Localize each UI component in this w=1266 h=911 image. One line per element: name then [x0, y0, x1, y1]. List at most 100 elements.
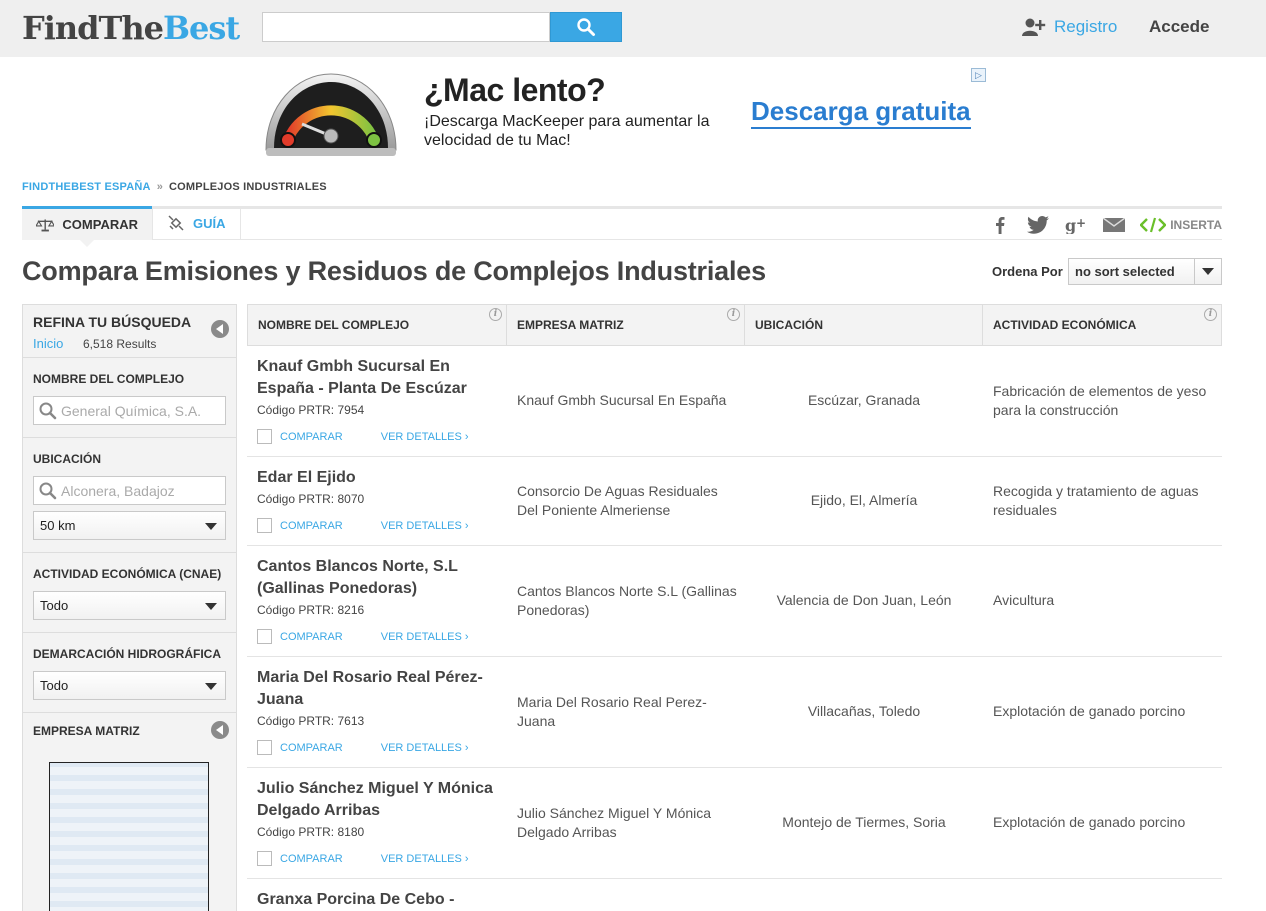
chevron-down-icon [1194, 259, 1221, 284]
ad-banner[interactable]: ¿Mac lento? ¡Descarga MacKeeper para aum… [262, 68, 988, 160]
facebook-icon[interactable] [988, 213, 1012, 237]
economic-activity: Explotación de ganado porcino [993, 703, 1186, 719]
ad-download-link[interactable]: Descarga gratuita [751, 96, 971, 129]
details-link[interactable]: VER DETALLES › [381, 742, 469, 754]
complex-name-link[interactable]: Maria Del Rosario Real Pérez-Juana [257, 667, 502, 711]
details-link[interactable]: VER DETALLES › [381, 631, 469, 643]
compare-checkbox[interactable] [257, 429, 272, 444]
table-row: Maria Del Rosario Real Pérez-Juana Códig… [247, 657, 1222, 768]
email-icon[interactable] [1102, 213, 1126, 237]
row-actions: COMPARAR VER DETALLES › [257, 518, 469, 533]
compare-link[interactable]: COMPARAR [280, 742, 343, 754]
breadcrumb-home[interactable]: FINDTHEBEST ESPAÑA [22, 181, 151, 193]
page-title: Compara Emisiones y Residuos de Complejo… [22, 256, 766, 286]
breadcrumb: FINDTHEBEST ESPAÑA » COMPLEJOS INDUSTRIALE… [22, 181, 327, 193]
column-header-location[interactable]: UBICACIÓN [745, 305, 983, 345]
table-row: Edar El Ejido Código PRTR: 8070 COMPARAR… [247, 457, 1222, 546]
basin-select[interactable]: Todo [33, 671, 226, 700]
location: Ejido, El, Almería [810, 492, 918, 508]
parent-company-chart-image [49, 762, 209, 911]
compare-link[interactable]: COMPARAR [280, 431, 343, 443]
tab-compare[interactable]: COMPARAR [22, 206, 152, 247]
row-actions: COMPARAR VER DETALLES › [257, 851, 469, 866]
twitter-icon[interactable] [1026, 213, 1050, 237]
column-header-name[interactable]: NOMBRE DEL COMPLEJO i [248, 305, 507, 345]
radius-select[interactable]: 50 km [33, 511, 226, 540]
search-button[interactable] [550, 12, 622, 42]
parent-company: Consorcio De Aguas Residuales Del Ponien… [517, 483, 718, 518]
sort-select[interactable]: no sort selected [1068, 258, 1222, 285]
compare-checkbox[interactable] [257, 518, 272, 533]
breadcrumb-current: COMPLEJOS INDUSTRIALES [169, 181, 327, 193]
prtr-code: Código PRTR: 7954 [257, 403, 365, 417]
sort-label: Ordena Por [992, 264, 1063, 279]
column-header-parent[interactable]: EMPRESA MATRIZ i [507, 305, 745, 345]
parent-company: Knauf Gmbh Sucursal En España [517, 392, 727, 408]
filter-sidebar: REFINA TU BÚSQUEDA Inicio 6,518 Results … [22, 304, 237, 911]
ad-title: ¿Mac lento? [424, 72, 606, 108]
collapse-icon[interactable] [211, 320, 229, 338]
sidebar-home-link[interactable]: Inicio [33, 336, 63, 351]
add-user-icon [1022, 18, 1046, 36]
table-row: Knauf Gmbh Sucursal En España - Planta D… [247, 346, 1222, 457]
share-bar: g + INSERTA [988, 209, 1222, 240]
economic-activity: Recogida y tratamiento de aguas residual… [993, 483, 1199, 518]
filter-location: UBICACIÓN Alconera, Badajoz 50 km [23, 438, 236, 553]
collapse-icon[interactable] [211, 721, 229, 739]
embed-button[interactable]: INSERTA [1140, 217, 1222, 233]
economic-activity: Avicultura [993, 592, 1055, 608]
compare-checkbox[interactable] [257, 740, 272, 755]
adchoices-icon[interactable]: ▷ [971, 68, 986, 82]
complex-name-link[interactable]: Edar El Ejido [257, 467, 502, 489]
parent-company: Julio Sánchez Miguel Y Mónica Delgado Ar… [517, 805, 712, 840]
details-link[interactable]: VER DETALLES › [381, 853, 469, 865]
economic-activity: Explotación de ganado porcino [993, 814, 1186, 830]
compare-link[interactable]: COMPARAR [280, 631, 343, 643]
activity-select[interactable]: Todo [33, 591, 226, 620]
google-plus-icon[interactable]: g + [1064, 213, 1088, 237]
prtr-code: Código PRTR: 8216 [257, 603, 365, 617]
filter-parent-company: EMPRESA MATRIZ [23, 713, 236, 747]
complex-name-link[interactable]: Cantos Blancos Norte, S.L (Gallinas Pone… [257, 556, 502, 600]
prtr-code: Código PRTR: 8070 [257, 492, 365, 506]
svg-text:g: g [1065, 216, 1076, 234]
info-icon[interactable]: i [727, 308, 740, 321]
info-icon[interactable]: i [1204, 308, 1217, 321]
table-row: Granxa Porcina De Cebo - [247, 879, 1222, 911]
filter-complex-name: NOMBRE DEL COMPLEJO General Química, S.A… [23, 358, 236, 438]
login-link[interactable]: Accede [1149, 14, 1209, 40]
search-input[interactable] [262, 12, 550, 42]
column-header-activity[interactable]: ACTIVIDAD ECONÓMICA i [983, 305, 1221, 345]
complex-name-link[interactable]: Knauf Gmbh Sucursal En España - Planta D… [257, 356, 502, 400]
results-table: NOMBRE DEL COMPLEJO i EMPRESA MATRIZ i UBI… [247, 304, 1222, 911]
table-header: NOMBRE DEL COMPLEJO i EMPRESA MATRIZ i UBI… [247, 304, 1222, 346]
location: Escúzar, Granada [807, 392, 921, 408]
location-input[interactable]: Alconera, Badajoz [33, 476, 226, 505]
compare-checkbox[interactable] [257, 851, 272, 866]
logo[interactable]: FindTheBest [22, 10, 240, 46]
chevron-down-icon [205, 603, 217, 610]
details-link[interactable]: VER DETALLES › [381, 431, 469, 443]
complex-name-link[interactable]: Granxa Porcina De Cebo - [257, 889, 502, 911]
compare-link[interactable]: COMPARAR [280, 853, 343, 865]
compare-checkbox[interactable] [257, 629, 272, 644]
row-actions: COMPARAR VER DETALLES › [257, 740, 469, 755]
details-link[interactable]: VER DETALLES › [381, 520, 469, 532]
register-link[interactable]: Registro [1022, 14, 1117, 40]
ad-subtitle: ¡Descarga MacKeeper para aumentar la vel… [424, 113, 710, 149]
compare-link[interactable]: COMPARAR [280, 520, 343, 532]
tab-guide[interactable]: GUÍA [152, 206, 241, 240]
prtr-code: Código PRTR: 8180 [257, 825, 365, 839]
complex-name-link[interactable]: Julio Sánchez Miguel Y Mónica Delgado Ar… [257, 778, 502, 822]
speedometer-icon [265, 73, 397, 156]
tab-bar: COMPARAR GUÍA g + INSERTA [22, 206, 1222, 247]
results-count: 6,518 Results [83, 337, 157, 351]
row-actions: COMPARAR VER DETALLES › [257, 629, 469, 644]
satellite-icon [168, 215, 184, 231]
code-icon [1140, 217, 1167, 232]
info-icon[interactable]: i [489, 308, 502, 321]
breadcrumb-separator: » [156, 181, 164, 193]
balance-scale-icon [36, 218, 55, 231]
economic-activity: Fabricación de elementos de yeso para la… [993, 383, 1207, 418]
complex-name-input[interactable]: General Química, S.A. [33, 396, 226, 425]
